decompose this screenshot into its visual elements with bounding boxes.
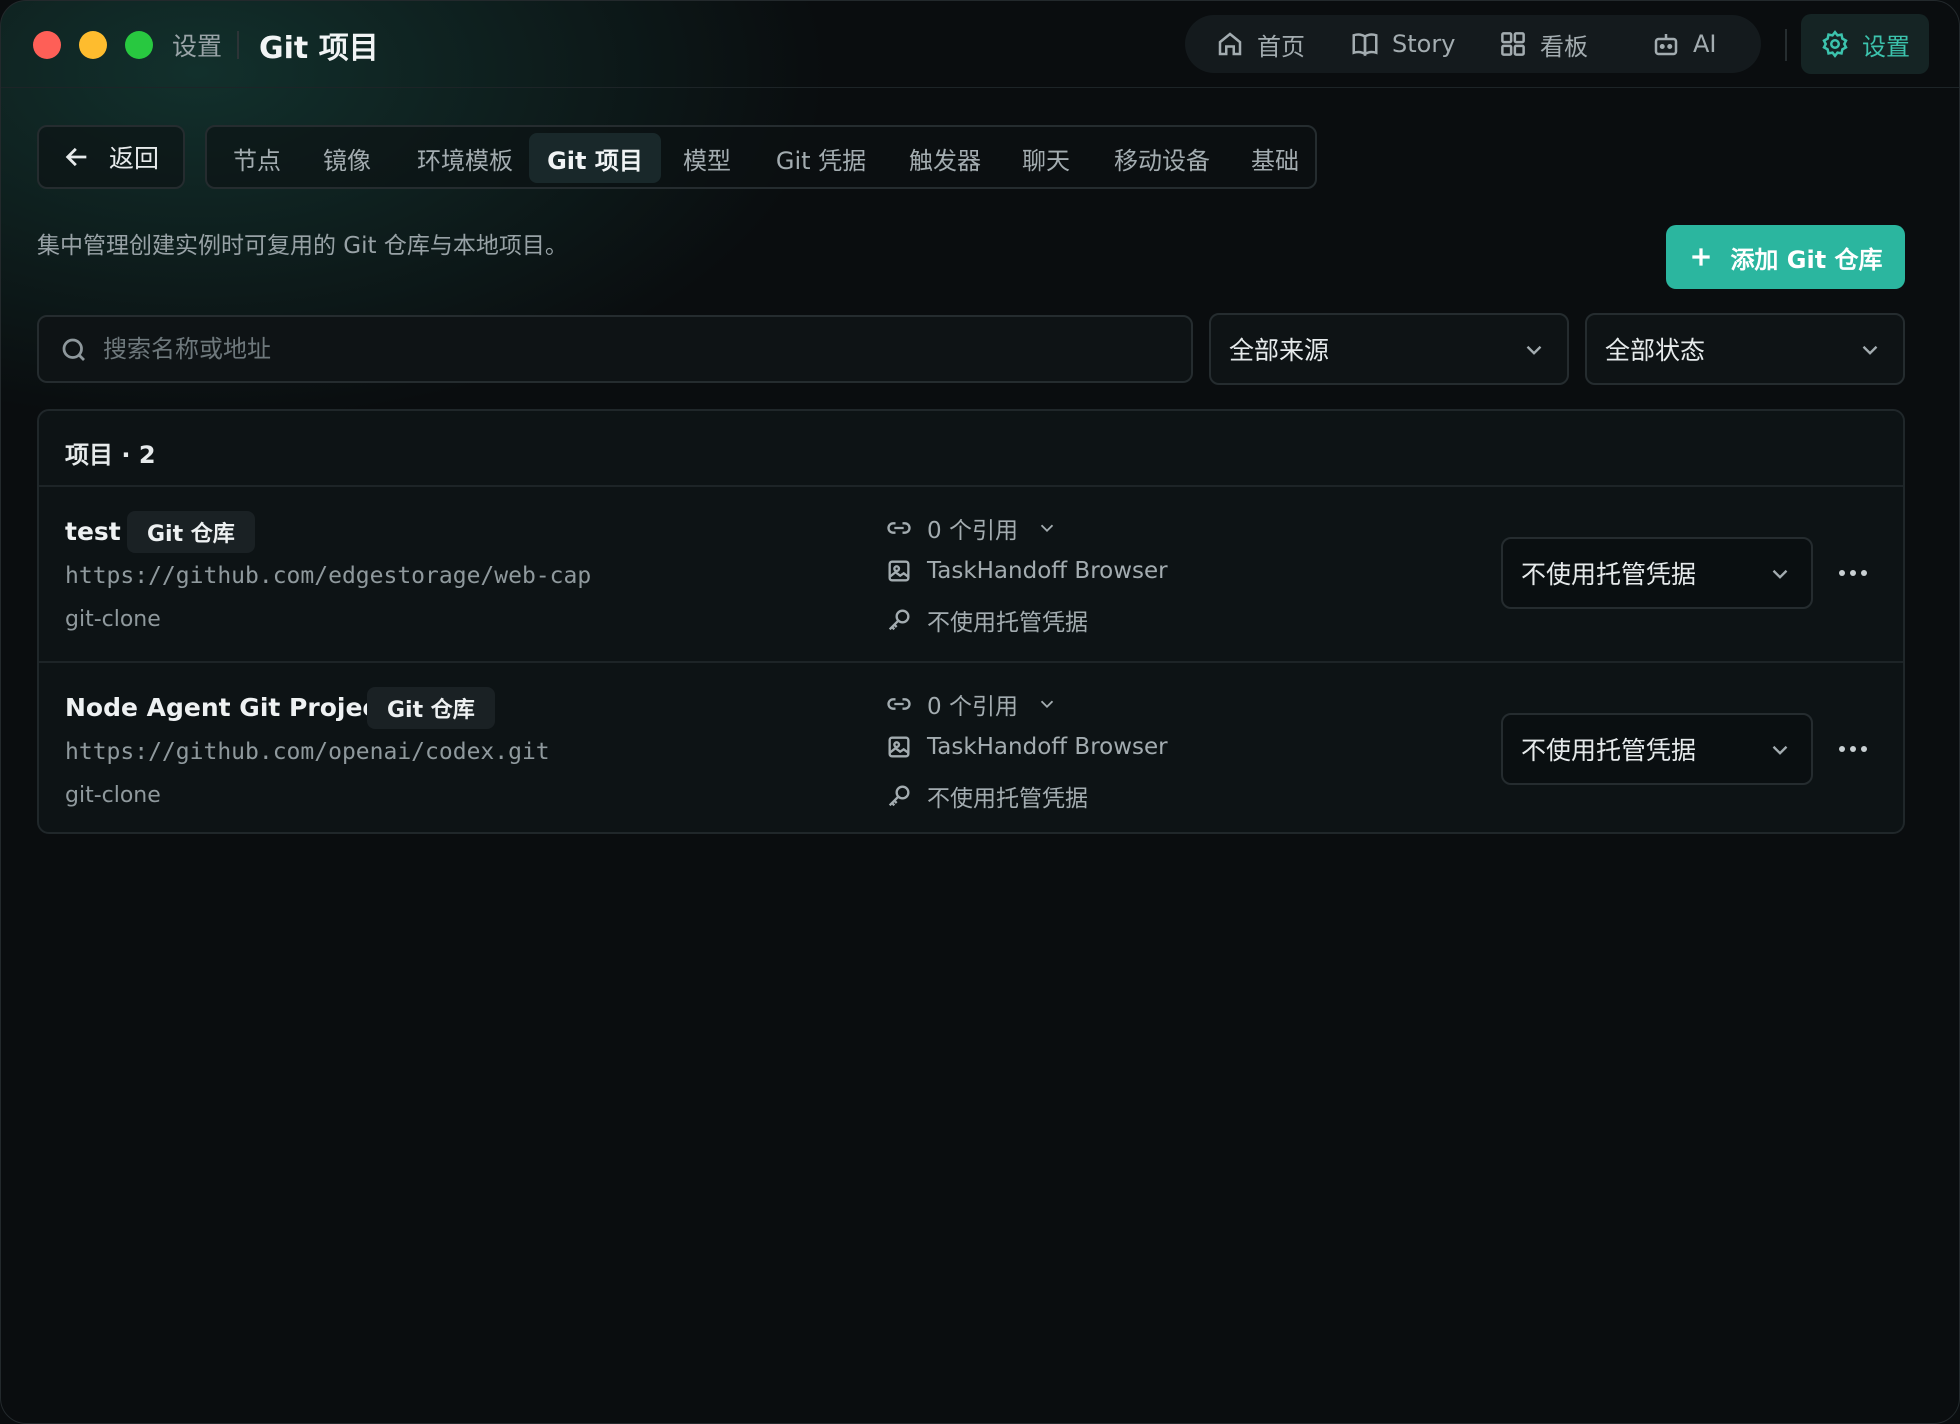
nav-ai-label: AI bbox=[1693, 30, 1717, 58]
projects-panel: 项目 · 2 test Git 仓库 https://github.com/ed… bbox=[37, 409, 1905, 834]
project-name: test bbox=[65, 517, 121, 546]
tab-triggers[interactable]: 触发器 bbox=[893, 133, 997, 183]
more-options-button[interactable] bbox=[1831, 553, 1875, 593]
add-git-repo-button[interactable]: 添加 Git 仓库 bbox=[1666, 225, 1905, 289]
nav-ai[interactable]: AI bbox=[1651, 15, 1717, 73]
credential-info: 不使用托管凭据 bbox=[885, 603, 1088, 637]
book-icon bbox=[1352, 33, 1378, 57]
top-navigation: 首页 Story 看板 AI bbox=[1185, 15, 1761, 73]
environment-name: TaskHandoff Browser bbox=[927, 734, 1168, 760]
credential-select[interactable]: 不使用托管凭据 bbox=[1501, 537, 1813, 609]
plus-icon bbox=[1692, 248, 1711, 266]
environment-info: TaskHandoff Browser bbox=[885, 733, 1168, 761]
add-git-repo-label: 添加 Git 仓库 bbox=[1730, 245, 1883, 274]
table-row: test Git 仓库 https://github.com/edgestora… bbox=[39, 487, 1903, 661]
image-icon bbox=[888, 560, 910, 582]
credential-status: 不使用托管凭据 bbox=[927, 786, 1088, 812]
breadcrumb-separator bbox=[237, 31, 239, 59]
link-icon bbox=[887, 698, 911, 710]
settings-tabs: 节点 镜像 环境模板 Git 项目 模型 Git 凭据 触发器 聊天 移动设备 … bbox=[205, 125, 1317, 189]
settings-button-label: 设置 bbox=[1862, 32, 1910, 61]
status-filter-select[interactable]: 全部状态 bbox=[1585, 313, 1905, 385]
tab-nodes[interactable]: 节点 bbox=[217, 133, 297, 183]
settings-button[interactable]: 设置 bbox=[1801, 14, 1929, 74]
image-icon bbox=[888, 736, 910, 758]
project-method: git-clone bbox=[65, 607, 161, 632]
grid-icon bbox=[1501, 32, 1525, 56]
references-count: 0 个引用 bbox=[927, 694, 1018, 720]
gear-icon bbox=[1822, 30, 1848, 58]
project-type-badge: Git 仓库 bbox=[367, 687, 495, 729]
chevron-down-icon bbox=[1772, 569, 1788, 579]
credential-select-value: 不使用托管凭据 bbox=[1521, 560, 1697, 589]
tab-git-credentials[interactable]: Git 凭据 bbox=[759, 133, 883, 183]
chevron-down-icon bbox=[1862, 345, 1878, 355]
app-window: 设置 Git 项目 首页 Story 看板 AI 设置 返回 节点 镜像 环境模… bbox=[0, 0, 1960, 1424]
nav-kanban[interactable]: 看板 bbox=[1498, 15, 1588, 73]
minimize-window-button[interactable] bbox=[79, 31, 107, 59]
project-url: https://github.com/edgestorage/web-cap bbox=[65, 563, 592, 589]
project-name: Node Agent Git Project bbox=[65, 693, 390, 722]
tab-chat[interactable]: 聊天 bbox=[1005, 133, 1087, 183]
references-toggle[interactable]: 0 个引用 bbox=[885, 511, 1058, 545]
references-count: 0 个引用 bbox=[927, 518, 1018, 544]
link-icon bbox=[887, 522, 911, 534]
more-options-button[interactable] bbox=[1831, 729, 1875, 769]
home-icon bbox=[1218, 32, 1242, 56]
key-icon bbox=[888, 609, 910, 631]
breadcrumb-parent[interactable]: 设置 bbox=[172, 27, 222, 63]
source-filter-select[interactable]: 全部来源 bbox=[1209, 313, 1569, 385]
chevron-down-icon bbox=[1772, 745, 1788, 755]
nav-home-label: 首页 bbox=[1257, 32, 1305, 61]
more-horizontal-icon bbox=[1839, 570, 1867, 576]
credential-status: 不使用托管凭据 bbox=[927, 610, 1088, 636]
tab-git-projects[interactable]: Git 项目 bbox=[529, 133, 661, 183]
tab-images[interactable]: 镜像 bbox=[305, 133, 389, 183]
environment-name: TaskHandoff Browser bbox=[927, 558, 1168, 584]
source-filter-value: 全部来源 bbox=[1229, 336, 1330, 365]
bot-icon bbox=[1654, 34, 1678, 56]
chevron-down-icon bbox=[1526, 345, 1542, 355]
search-icon bbox=[62, 338, 85, 361]
environment-info: TaskHandoff Browser bbox=[885, 557, 1168, 585]
title-bar: 设置 Git 项目 首页 Story 看板 AI 设置 bbox=[1, 1, 1959, 88]
project-method: git-clone bbox=[65, 783, 161, 808]
key-icon bbox=[888, 785, 910, 807]
nav-kanban-label: 看板 bbox=[1540, 32, 1588, 61]
back-button-label: 返回 bbox=[108, 144, 159, 173]
tab-mobile-devices[interactable]: 移动设备 bbox=[1095, 133, 1229, 183]
credential-select-value: 不使用托管凭据 bbox=[1521, 736, 1697, 765]
nav-story-label: Story bbox=[1392, 30, 1456, 58]
table-row: Node Agent Git Project Git 仓库 https://gi… bbox=[39, 661, 1903, 832]
chevron-down-icon bbox=[1040, 524, 1054, 533]
tab-basics[interactable]: 基础 bbox=[1235, 133, 1315, 183]
references-toggle[interactable]: 0 个引用 bbox=[885, 687, 1058, 721]
page-description: 集中管理创建实例时可复用的 Git 仓库与本地项目。 bbox=[37, 233, 568, 259]
zoom-window-button[interactable] bbox=[125, 31, 153, 59]
tab-env-templates[interactable]: 环境模板 bbox=[397, 133, 533, 183]
credential-info: 不使用托管凭据 bbox=[885, 779, 1088, 813]
project-url: https://github.com/openai/codex.git bbox=[65, 739, 550, 765]
projects-panel-header: 项目 · 2 bbox=[39, 411, 1903, 487]
credential-select[interactable]: 不使用托管凭据 bbox=[1501, 713, 1813, 785]
more-horizontal-icon bbox=[1839, 746, 1867, 752]
search-field[interactable] bbox=[37, 315, 1193, 383]
project-type-badge: Git 仓库 bbox=[127, 511, 255, 553]
nav-story[interactable]: Story bbox=[1350, 15, 1455, 73]
arrow-left-icon bbox=[65, 147, 87, 167]
tab-models[interactable]: 模型 bbox=[665, 133, 749, 183]
back-button[interactable]: 返回 bbox=[37, 125, 185, 189]
nav-home[interactable]: 首页 bbox=[1215, 15, 1305, 73]
status-filter-value: 全部状态 bbox=[1605, 336, 1706, 365]
close-window-button[interactable] bbox=[33, 31, 61, 59]
search-input[interactable] bbox=[103, 323, 1173, 375]
projects-count-title: 项目 · 2 bbox=[65, 441, 156, 469]
nav-divider bbox=[1785, 29, 1787, 61]
page-title: Git 项目 bbox=[259, 31, 379, 66]
chevron-down-icon bbox=[1040, 700, 1054, 709]
